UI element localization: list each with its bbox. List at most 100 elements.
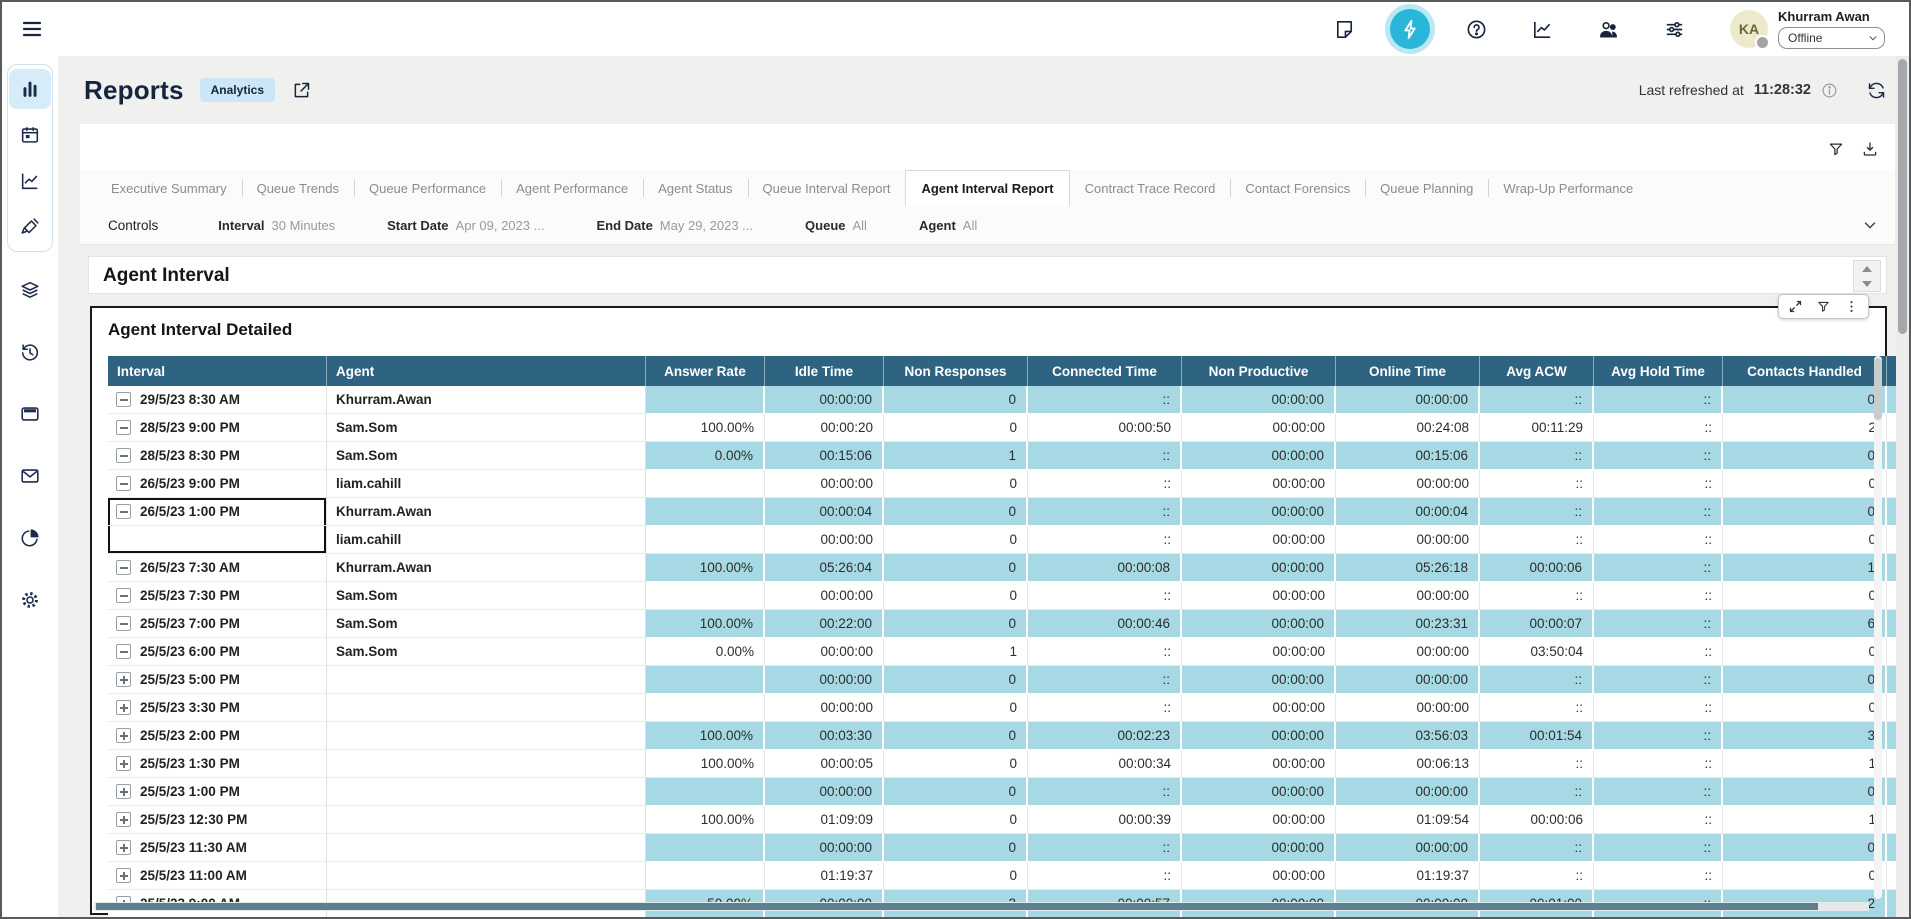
metric-cell[interactable]: ::	[1594, 414, 1723, 442]
table-vertical-scrollbar[interactable]	[1874, 356, 1882, 899]
metric-cell[interactable]	[646, 778, 765, 806]
control-interval[interactable]: Interval30 Minutes	[218, 218, 335, 233]
metric-cell[interactable]: 0	[1723, 666, 1887, 694]
metric-cell[interactable]: 00:00:00	[1336, 638, 1480, 666]
topbar-help-button[interactable]	[1456, 9, 1496, 49]
collapse-toggle-icon[interactable]	[116, 644, 131, 659]
metric-cell[interactable]: 0	[1723, 834, 1887, 862]
metric-cell[interactable]: 00:00:00	[1336, 666, 1480, 694]
sidebar-item-layers[interactable]	[7, 270, 53, 310]
metric-cell[interactable]: ::	[1594, 582, 1723, 610]
metric-cell[interactable]: 0	[1723, 582, 1887, 610]
metric-cell[interactable]: ::	[1480, 666, 1594, 694]
metric-cell[interactable]	[646, 666, 765, 694]
expand-toggle-icon[interactable]	[116, 784, 131, 799]
metric-cell[interactable]: 0.00%	[646, 638, 765, 666]
metric-cell[interactable]: 2	[1723, 414, 1887, 442]
interval-cell[interactable]: 25/5/23 1:00 PM	[108, 778, 327, 806]
metric-cell[interactable]: ::	[1028, 526, 1182, 554]
tab-wrap-up-performance[interactable]: Wrap-Up Performance	[1488, 170, 1648, 206]
column-header-non-responses[interactable]: Non Responses	[884, 356, 1028, 386]
metric-cell[interactable]: 00:15:06	[765, 442, 884, 470]
tab-agent-status[interactable]: Agent Status	[643, 170, 747, 206]
metric-cell[interactable]: 00:00:00	[1182, 750, 1336, 778]
topbar-sliders-button[interactable]	[1654, 9, 1694, 49]
tab-contract-trace-record[interactable]: Contract Trace Record	[1070, 170, 1231, 206]
sidebar-item-bar-chart[interactable]	[9, 69, 51, 109]
agent-cell[interactable]: Khurram.Awan	[327, 386, 646, 414]
metric-cell[interactable]: 00:00:00	[765, 526, 884, 554]
metric-cell[interactable]: 0	[1723, 526, 1887, 554]
metric-cell[interactable]: 0	[884, 470, 1028, 498]
metric-cell[interactable]: 100.00%	[646, 722, 765, 750]
metric-cell[interactable]: 0	[884, 806, 1028, 834]
control-start-date[interactable]: Start DateApr 09, 2023 ...	[387, 218, 544, 233]
metric-cell[interactable]: 00:00:00	[1182, 582, 1336, 610]
tab-queue-trends[interactable]: Queue Trends	[242, 170, 354, 206]
metric-cell[interactable]: 00:00:00	[1336, 470, 1480, 498]
control-queue[interactable]: QueueAll	[805, 218, 867, 233]
metric-cell[interactable]: 01:19:37	[1336, 862, 1480, 890]
metric-cell[interactable]: 00:00:00	[1182, 806, 1336, 834]
interval-cell[interactable]: 25/5/23 12:30 PM	[108, 806, 327, 834]
metric-cell[interactable]: 01:19:37	[765, 862, 884, 890]
metric-cell[interactable]: 00:00:08	[1028, 554, 1182, 582]
column-header-idle-time[interactable]: Idle Time	[765, 356, 884, 386]
collapse-toggle-icon[interactable]	[116, 476, 131, 491]
collapse-toggle-icon[interactable]	[116, 420, 131, 435]
metric-cell[interactable]: ::	[1480, 862, 1594, 890]
expand-toggle-icon[interactable]	[116, 840, 131, 855]
tab-queue-interval-report[interactable]: Queue Interval Report	[748, 170, 906, 206]
metric-cell[interactable]: 00:00:00	[1182, 666, 1336, 694]
agent-cell[interactable]: Sam.Som	[327, 414, 646, 442]
metric-cell[interactable]: 01:09:54	[1336, 806, 1480, 834]
expand-toggle-icon[interactable]	[116, 756, 131, 771]
metric-cell[interactable]: 00:00:00	[765, 778, 884, 806]
metric-cell[interactable]: 0	[1723, 694, 1887, 722]
agent-cell[interactable]: Khurram.Awan	[327, 554, 646, 582]
metric-cell[interactable]: 00:00:00	[1182, 834, 1336, 862]
metric-cell[interactable]	[646, 834, 765, 862]
interval-cell[interactable]: 25/5/23 2:00 PM	[108, 722, 327, 750]
metric-cell[interactable]: 1	[1723, 750, 1887, 778]
agent-cell[interactable]	[327, 834, 646, 862]
metric-cell[interactable]: 00:00:46	[1028, 610, 1182, 638]
metric-cell[interactable]: 00:00:00	[1182, 414, 1336, 442]
collapse-toggle-icon[interactable]	[116, 392, 131, 407]
interval-cell[interactable]: 29/5/23 8:30 AM	[108, 386, 327, 414]
metric-cell[interactable]: 100.00%	[646, 554, 765, 582]
metric-cell[interactable]: ::	[1480, 386, 1594, 414]
metric-cell[interactable]: ::	[1594, 722, 1723, 750]
agent-cell[interactable]	[327, 806, 646, 834]
metric-cell[interactable]: 0.00%	[646, 442, 765, 470]
metric-cell[interactable]: 100.00%	[646, 414, 765, 442]
info-icon[interactable]	[1821, 82, 1838, 99]
metric-cell[interactable]: ::	[1028, 470, 1182, 498]
interval-cell[interactable]: 25/5/23 11:30 AM	[108, 834, 327, 862]
expand-toggle-icon[interactable]	[116, 728, 131, 743]
metric-cell[interactable]	[646, 526, 765, 554]
column-header-connected-time[interactable]: Connected Time	[1028, 356, 1182, 386]
metric-cell[interactable]: 00:00:50	[1028, 414, 1182, 442]
metric-cell[interactable]: 00:00:00	[1336, 834, 1480, 862]
page-scrollbar[interactable]	[1896, 56, 1909, 917]
metric-cell[interactable]: ::	[1480, 498, 1594, 526]
metric-cell[interactable]: ::	[1594, 470, 1723, 498]
table-horizontal-scrollbar[interactable]	[94, 902, 1869, 911]
metric-cell[interactable]: 00:00:34	[1028, 750, 1182, 778]
metric-cell[interactable]: 00:02:23	[1028, 722, 1182, 750]
metric-cell[interactable]	[646, 582, 765, 610]
page-scroll-thumb[interactable]	[1898, 59, 1907, 334]
interval-cell[interactable]: 25/5/23 11:00 AM	[108, 862, 327, 890]
agent-cell[interactable]: Khurram.Awan	[327, 498, 646, 526]
expand-toggle-icon[interactable]	[116, 672, 131, 687]
metric-cell[interactable]: ::	[1028, 442, 1182, 470]
interval-cell[interactable]: 25/5/23 6:00 PM	[108, 638, 327, 666]
metric-cell[interactable]: 0	[884, 554, 1028, 582]
interval-cell[interactable]: 26/5/23 1:00 PM	[108, 498, 327, 526]
metric-cell[interactable]: 05:26:04	[765, 554, 884, 582]
agent-cell[interactable]	[327, 722, 646, 750]
metric-cell[interactable]	[646, 862, 765, 890]
metric-cell[interactable]: 0	[884, 750, 1028, 778]
agent-cell[interactable]: Sam.Som	[327, 582, 646, 610]
